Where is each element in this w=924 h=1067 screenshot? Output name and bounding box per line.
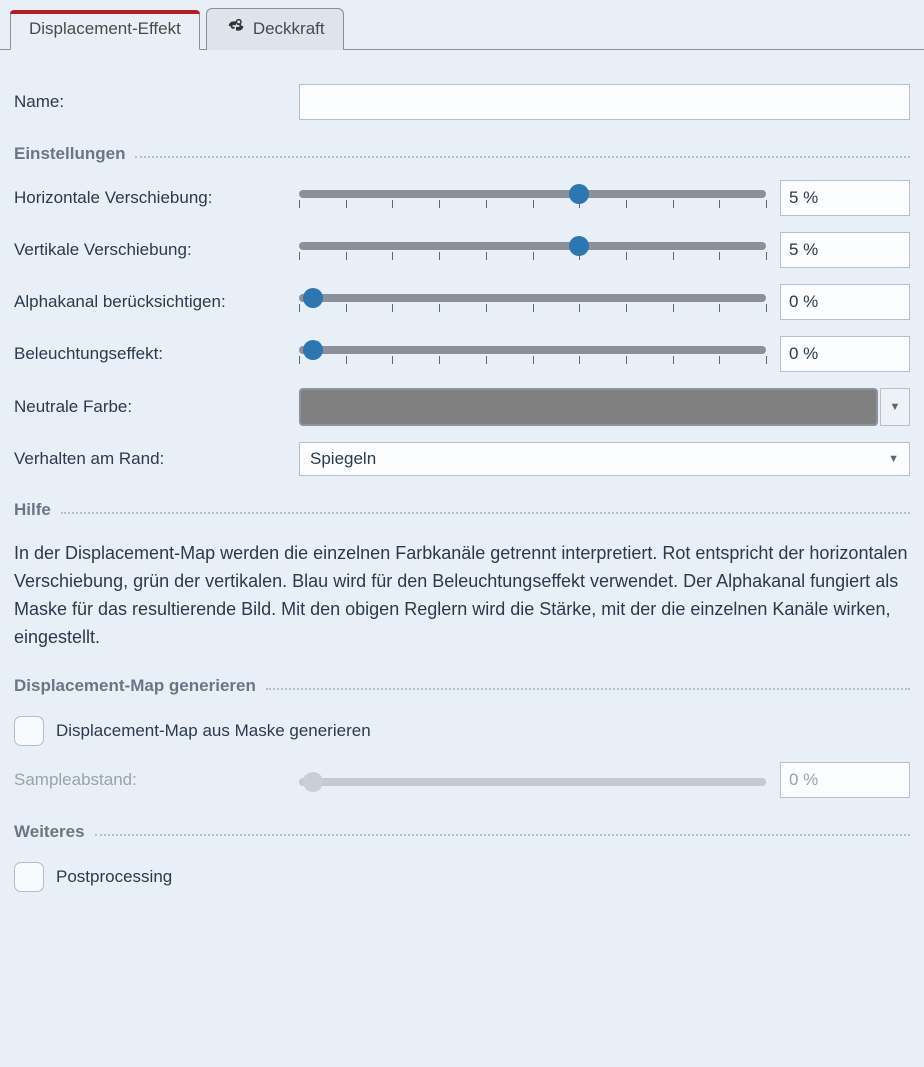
alpha-spinner-input[interactable] (781, 285, 924, 319)
tab-opacity-label: Deckkraft (253, 19, 325, 39)
postprocess-row: Postprocessing (14, 862, 910, 892)
slider-ticks (299, 252, 766, 262)
color-swatch[interactable] (299, 388, 878, 426)
genfrommask-checkbox[interactable] (14, 716, 44, 746)
section-settings: Einstellungen (14, 144, 910, 164)
name-row: Name: (14, 84, 910, 120)
hshift-spinner[interactable]: ▲ ▼ (780, 180, 910, 216)
hshift-label: Horizontale Verschiebung: (14, 188, 299, 208)
edge-select-value: Spiegeln (310, 449, 376, 469)
light-spinner[interactable]: ▲ ▼ (780, 336, 910, 372)
vshift-spinner-input[interactable] (781, 233, 924, 267)
genfrommask-row: Displacement-Map aus Maske generieren (14, 716, 910, 746)
divider (61, 512, 910, 514)
tab-opacity[interactable]: Deckkraft (206, 8, 344, 50)
color-label: Neutrale Farbe: (14, 397, 299, 417)
section-help: Hilfe (14, 500, 910, 520)
light-spinner-input[interactable] (781, 337, 924, 371)
section-help-title: Hilfe (14, 500, 51, 520)
slider-ticks (299, 304, 766, 314)
chevron-down-icon: ▼ (888, 453, 899, 465)
vshift-spinner[interactable]: ▲ ▼ (780, 232, 910, 268)
section-more: Weiteres (14, 822, 910, 842)
name-label: Name: (14, 92, 299, 112)
divider (135, 156, 910, 158)
alpha-slider[interactable] (299, 290, 766, 314)
sample-thumb (303, 772, 323, 792)
tabbar: Displacement-Effekt Deckkraft (0, 0, 924, 50)
panel: Name: Einstellungen Horizontale Verschie… (0, 50, 924, 932)
vshift-slider[interactable] (299, 238, 766, 262)
color-picker[interactable]: ▼ (299, 388, 910, 426)
light-label: Beleuchtungseffekt: (14, 344, 299, 364)
divider (266, 688, 910, 690)
alpha-row: Alphakanal berücksichtigen: ▲ ▼ (14, 284, 910, 320)
light-row: Beleuchtungseffekt: ▲ ▼ (14, 336, 910, 372)
help-text: In der Displacement-Map werden die einze… (14, 540, 910, 652)
color-dropdown-icon[interactable]: ▼ (880, 388, 910, 426)
name-input[interactable] (299, 84, 910, 120)
divider (95, 834, 910, 836)
sample-row: Sampleabstand: ▲ ▼ (14, 762, 910, 798)
vshift-row: Vertikale Verschiebung: ▲ ▼ (14, 232, 910, 268)
section-settings-title: Einstellungen (14, 144, 125, 164)
section-generate-title: Displacement-Map generieren (14, 676, 256, 696)
hshift-slider[interactable] (299, 186, 766, 210)
edge-label: Verhalten am Rand: (14, 449, 299, 469)
slider-ticks (299, 200, 766, 210)
section-generate: Displacement-Map generieren (14, 676, 910, 696)
hshift-spinner-input[interactable] (781, 181, 924, 215)
slider-ticks (299, 356, 766, 366)
postprocess-checkbox[interactable] (14, 862, 44, 892)
postprocess-label: Postprocessing (56, 867, 172, 887)
vshift-label: Vertikale Verschiebung: (14, 240, 299, 260)
sample-slider (299, 774, 766, 786)
section-more-title: Weiteres (14, 822, 85, 842)
link-icon (225, 17, 247, 40)
edge-select[interactable]: Spiegeln ▼ (299, 442, 910, 476)
sample-spinner-input (781, 763, 924, 797)
edge-row: Verhalten am Rand: Spiegeln ▼ (14, 442, 910, 476)
alpha-label: Alphakanal berücksichtigen: (14, 292, 299, 312)
tab-displacement-label: Displacement-Effekt (29, 19, 181, 39)
alpha-spinner[interactable]: ▲ ▼ (780, 284, 910, 320)
sample-spinner: ▲ ▼ (780, 762, 910, 798)
genfrommask-label: Displacement-Map aus Maske generieren (56, 721, 371, 741)
light-slider[interactable] (299, 342, 766, 366)
sample-label: Sampleabstand: (14, 770, 299, 790)
hshift-row: Horizontale Verschiebung: ▲ ▼ (14, 180, 910, 216)
color-row: Neutrale Farbe: ▼ (14, 388, 910, 426)
tab-displacement[interactable]: Displacement-Effekt (10, 10, 200, 50)
